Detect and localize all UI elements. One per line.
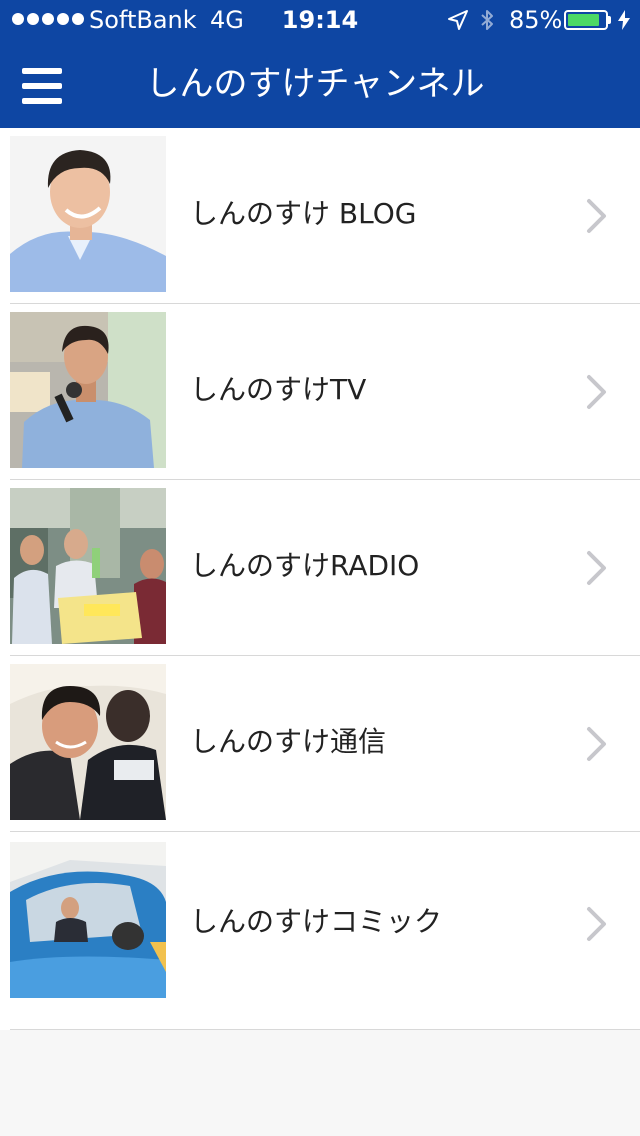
list-item-comic[interactable]: しんのすけコミック	[0, 832, 640, 1030]
battery-cap	[608, 16, 611, 24]
list-item-label: しんのすけコミック	[190, 905, 443, 938]
portrait-smiling-man-photo	[10, 136, 166, 292]
app-screen: SoftBank 4G 19:14 85% しんのすけチャンネル しんのすけ B…	[0, 0, 640, 1136]
battery-percent: 85%	[509, 6, 563, 34]
chevron-right-icon	[587, 551, 606, 585]
bluetooth-icon	[481, 10, 493, 30]
list-item-blog[interactable]: しんのすけ BLOG	[0, 128, 640, 304]
list-item-label: しんのすけ BLOG	[190, 197, 417, 230]
man-speaking-microphone-photo	[10, 312, 166, 468]
status-bar: SoftBank 4G 19:14 85%	[0, 0, 640, 40]
top-bar: SoftBank 4G 19:14 85% しんのすけチャンネル	[0, 0, 640, 128]
chevron-right-icon	[587, 727, 606, 761]
list-item-label: しんのすけTV	[190, 373, 367, 406]
list-item-label: しんのすけRADIO	[190, 549, 420, 582]
page-title: しんのすけチャンネル	[145, 64, 485, 104]
navigation-bar: しんのすけチャンネル	[0, 40, 640, 128]
chevron-right-icon	[587, 199, 606, 233]
location-arrow-icon	[448, 10, 468, 30]
battery-icon	[564, 10, 608, 30]
channel-list: しんのすけ BLOG しんのすけTV しんのすけRADIO しんのすけ通信 しん…	[0, 128, 640, 1030]
list-item-tv[interactable]: しんのすけTV	[0, 304, 640, 480]
chevron-right-icon	[587, 375, 606, 409]
list-item-news[interactable]: しんのすけ通信	[0, 656, 640, 832]
radio-booth-people-photo	[10, 488, 166, 644]
charging-bolt-icon	[618, 10, 630, 30]
list-item-label: しんのすけ通信	[190, 725, 387, 758]
battery-level-fill	[568, 14, 599, 26]
man-with-child-photo	[10, 664, 166, 820]
chevron-right-icon	[587, 907, 606, 941]
list-item-radio[interactable]: しんのすけRADIO	[0, 480, 640, 656]
man-in-blue-car-photo	[10, 842, 166, 998]
